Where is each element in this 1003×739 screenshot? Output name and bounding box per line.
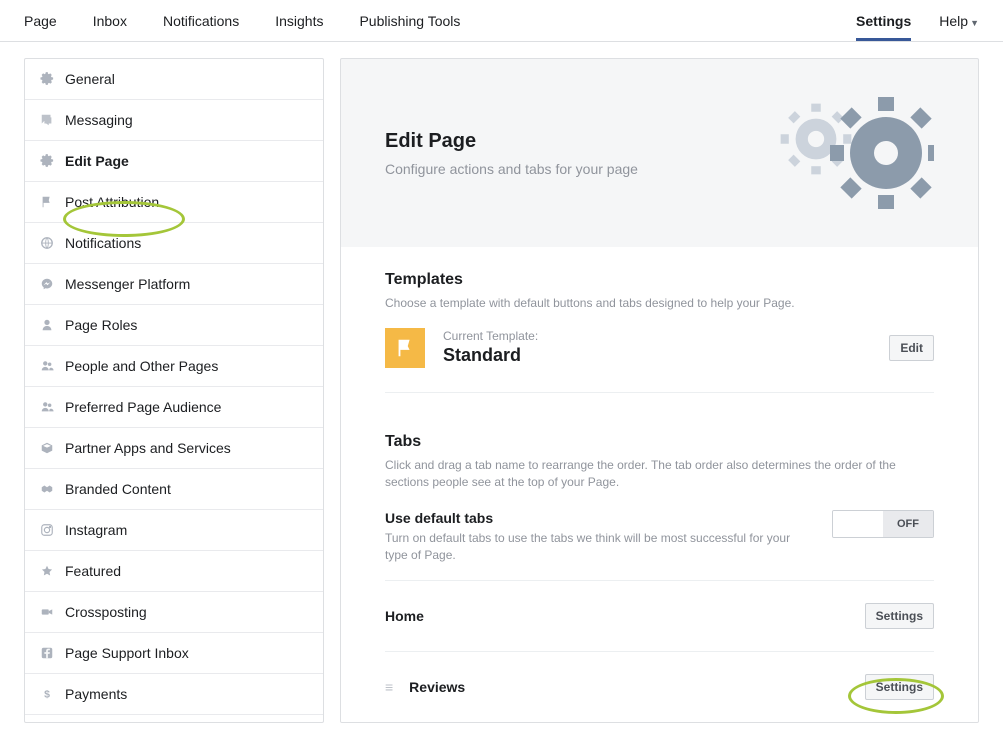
page-subtitle: Configure actions and tabs for your page (385, 161, 638, 177)
tab-name: Home (385, 608, 865, 624)
default-tabs-desc: Turn on default tabs to use the tabs we … (385, 530, 792, 564)
sidebar-item-label: Instagram (65, 522, 127, 538)
nav-page[interactable]: Page (24, 1, 57, 41)
chevron-down-icon: ▼ (970, 18, 979, 28)
star-icon (39, 563, 55, 579)
current-template-label: Current Template: (443, 329, 889, 343)
nav-inbox[interactable]: Inbox (93, 1, 127, 41)
tab-row-reviews[interactable]: ≡ Reviews Settings (385, 652, 934, 722)
current-template-name: Standard (443, 345, 889, 366)
sidebar-item-label: Preferred Page Audience (65, 399, 221, 415)
globe-icon (39, 235, 55, 251)
sidebar-item-general[interactable]: General (25, 59, 323, 100)
default-tabs-toggle[interactable]: OFF (832, 510, 934, 538)
nav-insights[interactable]: Insights (275, 1, 323, 41)
sidebar-item-page-roles[interactable]: Page Roles (25, 305, 323, 346)
nav-settings[interactable]: Settings (856, 1, 911, 41)
tabs-section: Tabs Click and drag a tab name to rearra… (385, 433, 934, 581)
tab-row-home: Home Settings (385, 581, 934, 652)
sidebar-item-instagram[interactable]: Instagram (25, 510, 323, 551)
sidebar-item-label: People and Other Pages (65, 358, 218, 374)
gear-icon (39, 71, 55, 87)
default-tabs-row: Use default tabs Turn on default tabs to… (385, 510, 934, 564)
chat-icon (39, 112, 55, 128)
toggle-on-half (833, 511, 883, 537)
container: General Messaging Edit Page Post Attribu… (0, 42, 1003, 739)
sidebar-item-label: Crossposting (65, 604, 147, 620)
people-icon (39, 399, 55, 415)
flag-icon (39, 194, 55, 210)
tabs-title: Tabs (385, 433, 934, 451)
sidebar-item-label: Page Support Inbox (65, 645, 189, 661)
sidebar-item-featured[interactable]: Featured (25, 551, 323, 592)
sidebar-item-label: Messenger Platform (65, 276, 190, 292)
sidebar-item-branded-content[interactable]: Branded Content (25, 469, 323, 510)
sidebar-item-crossposting[interactable]: Crossposting (25, 592, 323, 633)
toggle-off-half: OFF (883, 511, 933, 537)
templates-section: Templates Choose a template with default… (385, 271, 934, 409)
main-panel: Edit Page Configure actions and tabs for… (340, 58, 979, 723)
default-tabs-title: Use default tabs (385, 510, 792, 526)
sidebar-item-page-support-inbox[interactable]: Page Support Inbox (25, 633, 323, 674)
sidebar-item-label: Messaging (65, 112, 133, 128)
sidebar-item-messenger-platform[interactable]: Messenger Platform (25, 264, 323, 305)
svg-text:$: $ (44, 689, 50, 701)
nav-publishing-tools[interactable]: Publishing Tools (359, 1, 460, 41)
tab-name: Reviews (409, 679, 864, 695)
gear-icon (39, 153, 55, 169)
top-nav: Page Inbox Notifications Insights Publis… (0, 0, 1003, 42)
sidebar-item-label: Notifications (65, 235, 141, 251)
sidebar-item-label: Featured (65, 563, 121, 579)
drag-handle-icon[interactable]: ≡ (385, 679, 393, 695)
tab-settings-button[interactable]: Settings (865, 674, 934, 700)
sidebar-item-label: Post Attribution (65, 194, 159, 210)
top-nav-left: Page Inbox Notifications Insights Publis… (24, 1, 856, 41)
gears-illustration (754, 93, 934, 213)
tabs-desc: Click and drag a tab name to rearrange t… (385, 457, 934, 491)
instagram-icon (39, 522, 55, 538)
tab-settings-button[interactable]: Settings (865, 603, 934, 629)
page-title: Edit Page (385, 130, 638, 153)
edit-template-button[interactable]: Edit (889, 335, 934, 361)
main-body: Templates Choose a template with default… (341, 247, 978, 722)
template-info: Current Template: Standard (443, 329, 889, 366)
top-nav-right: Settings Help▼ (856, 1, 979, 41)
box-icon (39, 440, 55, 456)
flag-icon (385, 328, 425, 368)
sidebar-item-label: Payments (65, 686, 127, 702)
nav-help-label: Help (939, 13, 968, 29)
templates-desc: Choose a template with default buttons a… (385, 295, 934, 312)
default-tabs-text: Use default tabs Turn on default tabs to… (385, 510, 832, 564)
templates-title: Templates (385, 271, 934, 289)
sidebar-item-payments[interactable]: $ Payments (25, 674, 323, 715)
facebook-icon (39, 645, 55, 661)
main-header-text: Edit Page Configure actions and tabs for… (385, 130, 638, 177)
sidebar-item-post-attribution[interactable]: Post Attribution (25, 182, 323, 223)
sidebar-item-messaging[interactable]: Messaging (25, 100, 323, 141)
handshake-icon (39, 481, 55, 497)
people-icon (39, 358, 55, 374)
main-header: Edit Page Configure actions and tabs for… (341, 59, 978, 247)
nav-help[interactable]: Help▼ (939, 1, 979, 41)
messenger-icon (39, 276, 55, 292)
camcorder-icon (39, 604, 55, 620)
dollar-icon: $ (39, 686, 55, 702)
sidebar-item-label: Branded Content (65, 481, 171, 497)
sidebar-item-label: Edit Page (65, 153, 129, 169)
sidebar-item-notifications[interactable]: Notifications (25, 223, 323, 264)
person-icon (39, 317, 55, 333)
sidebar-item-edit-page[interactable]: Edit Page (25, 141, 323, 182)
sidebar-item-partner-apps[interactable]: Partner Apps and Services (25, 428, 323, 469)
sidebar: General Messaging Edit Page Post Attribu… (24, 58, 324, 723)
sidebar-item-label: Page Roles (65, 317, 137, 333)
sidebar-item-preferred-audience[interactable]: Preferred Page Audience (25, 387, 323, 428)
template-row: Current Template: Standard Edit (385, 328, 934, 393)
sidebar-item-people-pages[interactable]: People and Other Pages (25, 346, 323, 387)
sidebar-item-label: Partner Apps and Services (65, 440, 231, 456)
nav-notifications[interactable]: Notifications (163, 1, 239, 41)
sidebar-item-label: General (65, 71, 115, 87)
